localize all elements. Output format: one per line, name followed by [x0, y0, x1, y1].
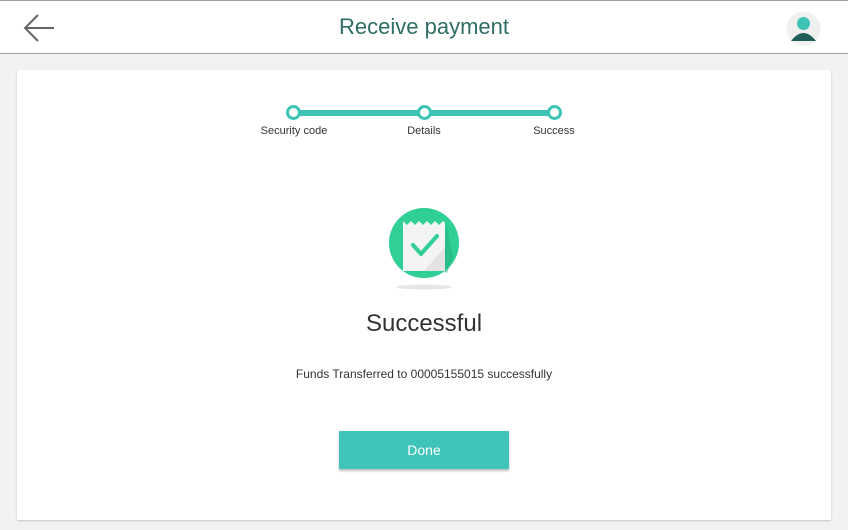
- success-message: Funds Transferred to 00005155015 success…: [295, 367, 553, 381]
- avatar[interactable]: [786, 11, 821, 46]
- step-label-details: Details: [407, 125, 441, 137]
- step-dot-success: [547, 105, 562, 120]
- step-dot-details: [417, 105, 432, 120]
- page-title: Receive payment: [339, 14, 509, 39]
- user-avatar-icon: [786, 11, 821, 46]
- success-receipt-icon: [387, 207, 461, 291]
- content-card: Security code Details Success Successful…: [17, 70, 831, 520]
- step-dot-security-code: [286, 105, 301, 120]
- done-button[interactable]: Done: [339, 431, 509, 469]
- progress-stepper: Security code Details Success: [17, 70, 831, 150]
- success-heading: Successful: [365, 310, 483, 337]
- app-header: Receive payment: [0, 0, 848, 54]
- step-label-success: Success: [533, 125, 575, 137]
- step-label-security-code: Security code: [260, 125, 328, 137]
